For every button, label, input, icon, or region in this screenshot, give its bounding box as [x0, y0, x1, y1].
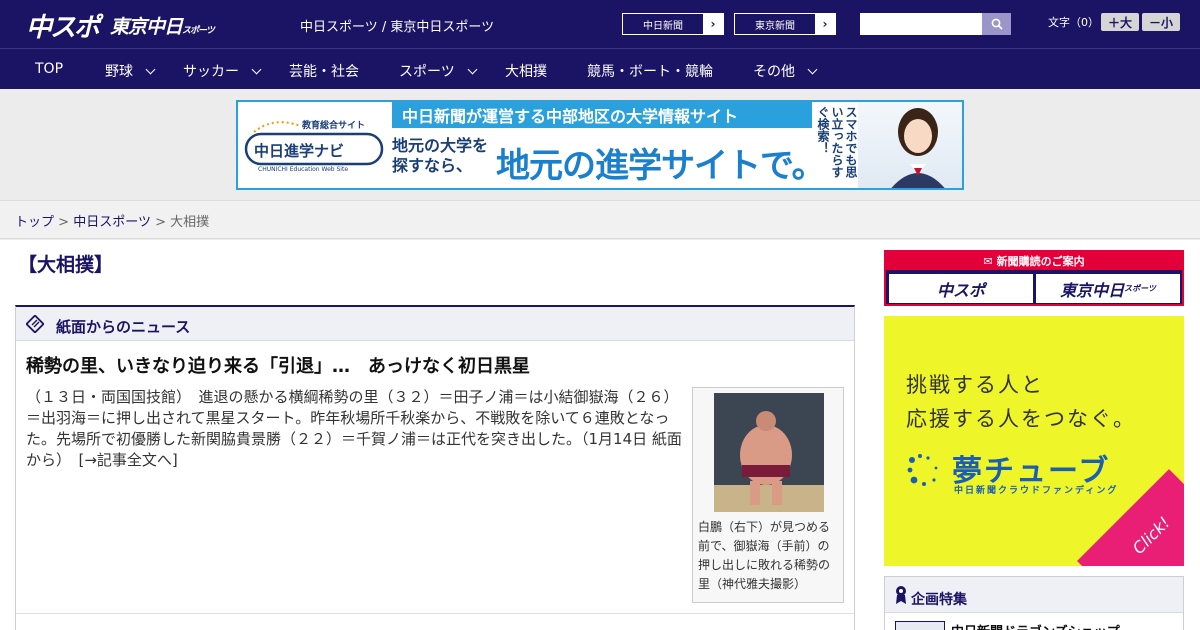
subscription-header: ✉ 新聞購読のご案内: [886, 252, 1182, 270]
panel-divider: [16, 613, 854, 614]
subscribe-tokyo-chunichi-button[interactable]: 東京中日 スポーツ: [1036, 274, 1180, 303]
news-panel-header: 紙面からのニュース: [16, 307, 854, 341]
news-panel: 紙面からのニュース 稀勢の里、いきなり迫り来る「引退」… あっけなく初日黒星 （…: [15, 305, 855, 630]
font-bigger-button[interactable]: ＋大: [1101, 13, 1139, 31]
tokyo-shimbun-label: 東京新聞: [755, 20, 795, 32]
chevron-down-icon: [807, 64, 818, 74]
main-nav: TOP 野球 サッカー 芸能・社会 スポーツ 大相撲 競馬・ボート・競輪 その他: [0, 48, 1200, 89]
chevron-down-icon: [145, 64, 156, 74]
nav-item-entertainment[interactable]: 芸能・社会: [289, 61, 359, 81]
breadcrumb-separator: >: [58, 215, 70, 230]
search-input[interactable]: [860, 13, 982, 35]
nav-item-sports[interactable]: スポーツ: [399, 61, 478, 81]
breadcrumb-separator: >: [155, 215, 166, 230]
tokyo-shimbun-link[interactable]: 東京新聞 ›: [734, 13, 836, 35]
breadcrumb-top-link[interactable]: トップ: [15, 215, 54, 230]
banner-logo-main: 中日進学ナビ: [254, 142, 345, 160]
header-top-bar: 中スポ 東京中日スポーツ 中日スポーツ / 東京中日スポーツ 中日新聞 › 東京…: [0, 0, 1200, 48]
nav-item-label: TOP: [35, 61, 64, 77]
subscribe-tokyo-text: 東京中日: [1060, 280, 1125, 300]
site-title: 中日スポーツ / 東京中日スポーツ: [300, 20, 495, 35]
banner-headline: 中日新聞が運営する中部地区の大学情報サイト: [392, 102, 812, 128]
nav-item-label: 競馬・ボート・競輪: [587, 64, 713, 80]
tokyo-chunichi-logo[interactable]: 東京中日スポーツ: [110, 12, 215, 39]
chevron-right-icon: ›: [703, 14, 723, 34]
banner-left-line1: 地元の大学を: [392, 136, 489, 155]
breadcrumb: トップ > 中日スポーツ > 大相撲: [15, 211, 209, 230]
nav-item-label: スポーツ: [399, 64, 455, 80]
nav-item-top[interactable]: TOP: [35, 61, 63, 77]
article-title-link[interactable]: 稀勢の里、いきなり迫り来る「引退」… あっけなく初日黒星: [26, 352, 530, 378]
breadcrumb-current: 大相撲: [170, 215, 210, 230]
nav-item-label: サッカー: [183, 64, 239, 80]
subscribe-tokyo-small: スポーツ: [1124, 284, 1156, 293]
nav-item-label: その他: [753, 64, 795, 80]
tokyo-chunichi-logo-text: 東京中日: [110, 16, 183, 38]
subscribe-chuspo-button[interactable]: 中スポ: [889, 274, 1033, 303]
feature-box: 企画特集 中日新聞ドラゴンズショップ: [884, 576, 1184, 630]
search-button[interactable]: [982, 13, 1011, 35]
nav-item-soccer[interactable]: サッカー: [183, 61, 262, 81]
model-illustration-icon: [891, 108, 945, 188]
banner-vertical-copy: スマホでも思い立ったらすぐ検索！: [816, 106, 858, 178]
nav-item-sumo[interactable]: 大相撲: [505, 61, 547, 81]
photo-caption: 白鵬（右下）が見つめる前で、御嶽海（手前）の押し出しに敗れる稀勢の里（神代雅夫撮…: [698, 520, 831, 591]
newspaper-icon: [26, 315, 44, 333]
nav-item-label: 芸能・社会: [289, 64, 359, 80]
breadcrumb-band: トップ > 中日スポーツ > 大相撲: [0, 200, 1200, 239]
font-smaller-button[interactable]: －小: [1142, 13, 1180, 31]
search-icon: [991, 18, 1003, 30]
yume-tube-ad[interactable]: 挑戦する人と 応援する人をつなぐ。 夢チューブ 中日新聞クラウドファンディング …: [884, 316, 1184, 566]
article-summary: （１３日・両国国技館） 進退の懸かる横綱稀勢の里（３２）＝田子ノ浦＝は小結御嶽海…: [26, 387, 686, 471]
yume-ad-line1: 挑戦する人と: [906, 373, 1044, 397]
article-photo-box: 白鵬（右下）が見つめる前で、御嶽海（手前）の押し出しに敗れる稀勢の里（神代雅夫撮…: [692, 387, 844, 603]
feature-header: 企画特集: [885, 577, 1183, 613]
feature-title: 企画特集: [911, 592, 967, 608]
banner-logo-small: 教育総合サイト: [302, 121, 366, 131]
font-size-label: 文字（0）: [1048, 16, 1099, 29]
subscription-header-text: 新聞購読のご案内: [996, 255, 1085, 268]
dots-logo-icon: [907, 454, 938, 486]
yume-logo-subtext: 中日新聞クラウドファンディング: [954, 486, 1119, 496]
yume-ad-line2: 応援する人をつなぐ。: [906, 407, 1136, 431]
chunichi-shimbun-label: 中日新聞: [643, 20, 683, 32]
banner-left-copy: 地元の大学を 探すなら、: [392, 136, 488, 176]
news-panel-title: 紙面からのニュース: [56, 318, 191, 336]
chevron-right-icon: ›: [815, 14, 835, 34]
feature-thumbnail[interactable]: [895, 621, 945, 630]
banner-left-line2: 探すなら、: [392, 156, 473, 175]
nav-item-others[interactable]: その他: [753, 61, 818, 81]
chevron-down-icon: [467, 64, 478, 74]
banner-big-copy: 地元の進学サイトで。: [496, 146, 826, 186]
ribbon-award-icon: [896, 586, 906, 604]
feature-item-link[interactable]: 中日新聞ドラゴンズショップ: [951, 621, 1120, 630]
article-photo[interactable]: [714, 393, 824, 512]
shingaku-navi-banner[interactable]: 教育総合サイト 中日進学ナビ CHUNICHI Education Web Si…: [236, 100, 964, 190]
ticket-icon: ✉: [983, 254, 993, 268]
chuspo-logo[interactable]: 中スポ: [26, 7, 100, 44]
page-title: 【大相撲】: [18, 254, 114, 276]
banner-model-image: [858, 102, 962, 188]
yume-ad-copy: 挑戦する人と 応援する人をつなぐ。: [906, 368, 1136, 436]
tokyo-chunichi-logo-small: スポーツ: [182, 26, 215, 36]
nav-item-racing[interactable]: 競馬・ボート・競輪: [587, 61, 713, 81]
chunichi-shimbun-link[interactable]: 中日新聞 ›: [622, 13, 724, 35]
chevron-down-icon: [251, 64, 262, 74]
nav-item-label: 大相撲: [505, 64, 547, 80]
breadcrumb-section-link[interactable]: 中日スポーツ: [73, 215, 151, 230]
sumo-photo-illustration-icon: [714, 393, 824, 512]
nav-item-baseball[interactable]: 野球: [105, 61, 156, 81]
subscription-box: ✉ 新聞購読のご案内 中スポ 東京中日 スポーツ: [884, 250, 1184, 306]
search-form: [860, 13, 1011, 35]
nav-item-label: 野球: [105, 64, 133, 80]
read-more-link[interactable]: [→記事全文へ]: [79, 451, 178, 469]
banner-logo-en: CHUNICHI Education Web Site: [258, 166, 349, 173]
